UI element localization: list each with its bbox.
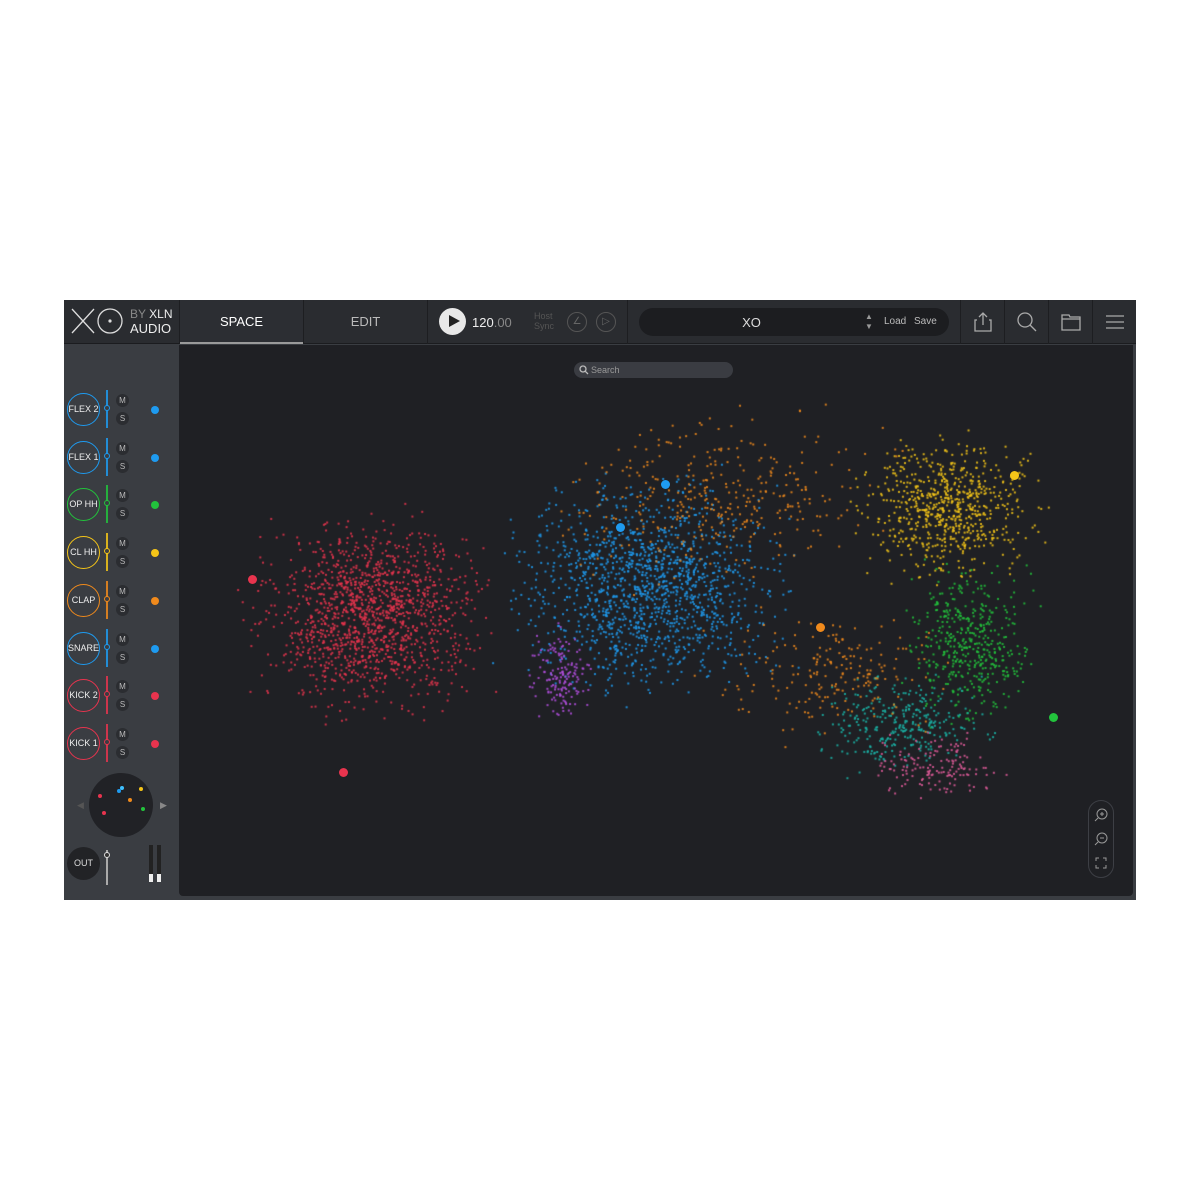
track-color-dot xyxy=(151,549,159,558)
menu-button[interactable] xyxy=(1093,300,1136,344)
logo-audio: AUDIO xyxy=(130,321,172,336)
solo-button[interactable]: S xyxy=(116,698,129,712)
track-snare: SNARE M S xyxy=(64,628,179,669)
xo-window: BY XLN AUDIO SPACE EDIT 120.00 Host Sync … xyxy=(64,300,1136,900)
selected-sample-marker[interactable] xyxy=(1009,470,1019,480)
track-color-dot xyxy=(151,453,159,462)
volume-slider-handle[interactable] xyxy=(104,500,110,507)
play-button[interactable] xyxy=(439,308,466,335)
selected-sample-marker[interactable] xyxy=(1048,712,1058,722)
solo-button[interactable]: S xyxy=(116,412,129,425)
search-icon xyxy=(1016,312,1036,332)
preset-name: XO xyxy=(742,315,761,330)
volume-slider-handle[interactable] xyxy=(104,595,110,602)
export-button[interactable] xyxy=(961,300,1004,344)
selected-sample-marker[interactable] xyxy=(815,622,825,632)
minimap[interactable] xyxy=(89,773,153,837)
folder-icon xyxy=(1060,314,1081,331)
preset-selector[interactable]: XO ▲ ▼ Load Save xyxy=(639,308,949,336)
header: BY XLN AUDIO SPACE EDIT 120.00 Host Sync … xyxy=(64,300,1136,344)
mute-button[interactable]: M xyxy=(116,489,129,503)
next-arrow-icon[interactable]: ▶ xyxy=(160,800,167,811)
preset-up-down-icon[interactable]: ▲ ▼ xyxy=(865,312,873,332)
menu-icon xyxy=(1105,315,1124,329)
xo-logo: BY XLN AUDIO xyxy=(70,306,180,338)
track-color-dot xyxy=(151,501,159,510)
solo-button[interactable]: S xyxy=(116,650,129,664)
track-pad[interactable]: CL HH xyxy=(67,536,100,570)
track-pad[interactable]: FLEX 1 xyxy=(67,440,100,474)
map-search-input[interactable]: Search xyxy=(574,362,733,378)
search-icon xyxy=(579,365,589,375)
mute-button[interactable]: M xyxy=(116,727,129,741)
selected-sample-marker[interactable] xyxy=(247,574,257,584)
sample-space-map[interactable]: Search xyxy=(179,345,1133,896)
track-kick-1: KICK 1 M S xyxy=(64,723,179,764)
bpm-display[interactable]: 120.00 xyxy=(472,315,512,330)
mute-button[interactable]: M xyxy=(116,441,129,455)
track-cl-hh: CL HH M S xyxy=(64,533,179,573)
host-sync-label[interactable]: Host Sync xyxy=(534,311,554,331)
metronome-icon[interactable]: ∠ xyxy=(567,312,587,332)
track-color-dot xyxy=(151,406,159,414)
zoom-out-icon[interactable] xyxy=(1094,832,1108,846)
play-sync-icon[interactable]: ▷ xyxy=(596,312,616,332)
folder-button[interactable] xyxy=(1049,300,1092,344)
track-pad[interactable]: OP HH xyxy=(67,488,100,522)
track-pad[interactable]: KICK 2 xyxy=(67,679,100,713)
volume-slider-handle[interactable] xyxy=(104,452,110,459)
prev-arrow-icon[interactable]: ◀ xyxy=(77,800,84,811)
tab-edit[interactable]: EDIT xyxy=(304,300,427,344)
solo-button[interactable]: S xyxy=(116,507,129,521)
level-meter-right xyxy=(157,845,161,882)
mute-button[interactable]: M xyxy=(116,537,129,551)
volume-slider-handle[interactable] xyxy=(104,738,110,745)
logo-by: BY xyxy=(130,307,146,321)
track-color-dot xyxy=(151,596,159,605)
solo-button[interactable]: S xyxy=(116,745,129,759)
solo-button[interactable]: S xyxy=(116,459,129,473)
track-clap: CLAP M S xyxy=(64,580,179,621)
track-flex-1: FLEX 1 M S xyxy=(64,437,179,478)
track-sidebar: FLEX 2 M S FLEX 1 M S OP HH M S CL HH M … xyxy=(64,345,179,900)
solo-button[interactable]: S xyxy=(116,602,129,616)
solo-button[interactable]: S xyxy=(116,555,129,569)
level-meter-left xyxy=(149,845,153,882)
track-flex-2: FLEX 2 M S xyxy=(64,390,179,430)
zoom-controls xyxy=(1088,800,1114,878)
track-op-hh: OP HH M S xyxy=(64,485,179,525)
output-knob[interactable]: OUT xyxy=(67,847,100,880)
track-pad[interactable]: CLAP xyxy=(67,583,100,617)
output-slider-handle[interactable] xyxy=(104,852,110,858)
sample-dots[interactable] xyxy=(179,345,1133,896)
mute-button[interactable]: M xyxy=(116,680,129,694)
track-pad[interactable]: KICK 1 xyxy=(67,726,100,760)
volume-slider-handle[interactable] xyxy=(104,643,110,650)
xo-logo-icon xyxy=(71,308,123,334)
logo-brand: XLN xyxy=(149,307,173,321)
zoom-in-icon[interactable] xyxy=(1094,808,1108,822)
track-pad[interactable]: FLEX 2 xyxy=(67,393,100,426)
volume-slider-handle[interactable] xyxy=(104,691,110,698)
load-button[interactable]: Load xyxy=(884,316,906,327)
mute-button[interactable]: M xyxy=(116,632,129,646)
track-color-dot xyxy=(151,644,159,653)
track-color-dot xyxy=(151,692,159,701)
selected-sample-marker[interactable] xyxy=(660,479,670,489)
track-color-dot xyxy=(151,739,159,748)
selected-sample-marker[interactable] xyxy=(338,767,348,777)
search-button[interactable] xyxy=(1005,300,1048,344)
export-icon xyxy=(973,312,992,332)
selected-sample-marker[interactable] xyxy=(615,522,625,532)
volume-slider-handle[interactable] xyxy=(104,405,110,411)
tab-space[interactable]: SPACE xyxy=(180,300,303,344)
track-kick-2: KICK 2 M S xyxy=(64,676,179,716)
save-button[interactable]: Save xyxy=(914,316,937,327)
fit-view-icon[interactable] xyxy=(1094,856,1108,870)
mute-button[interactable]: M xyxy=(116,584,129,598)
volume-slider-handle[interactable] xyxy=(104,548,110,555)
track-pad[interactable]: SNARE xyxy=(67,631,100,665)
mute-button[interactable]: M xyxy=(116,394,129,407)
